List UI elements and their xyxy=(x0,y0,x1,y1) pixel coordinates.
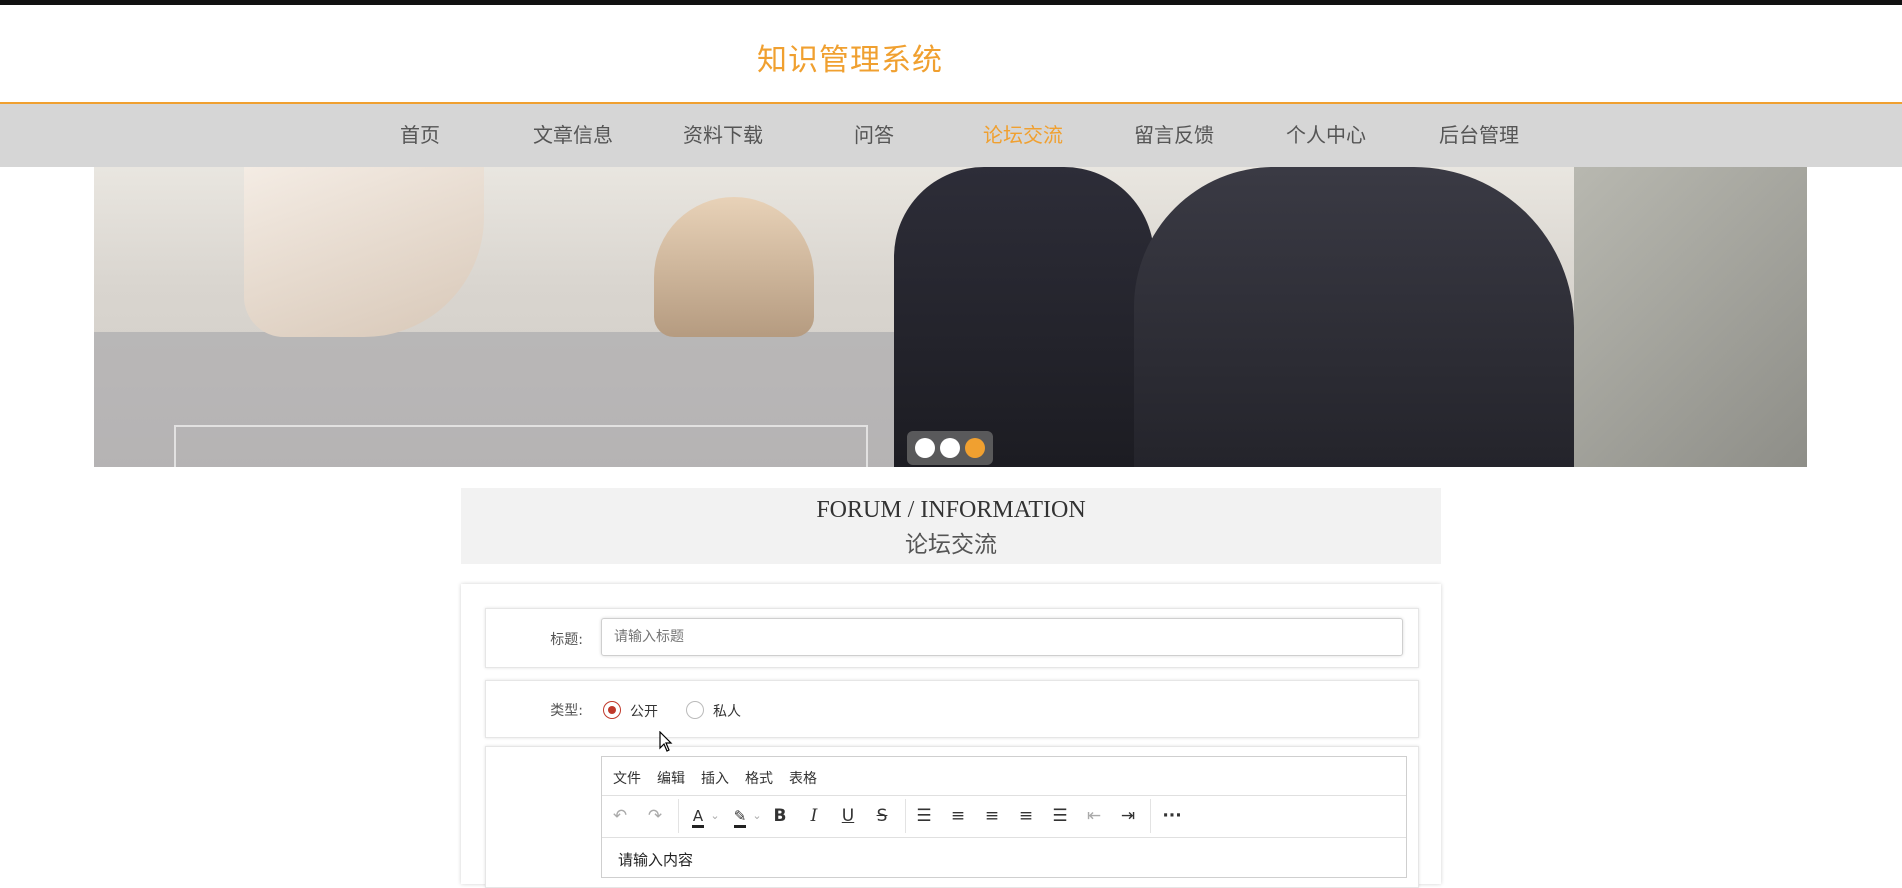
title-row: 标题: xyxy=(485,608,1419,668)
banner-person-2 xyxy=(654,197,814,337)
banner-person-4 xyxy=(1134,167,1574,467)
menu-edit[interactable]: 编辑 xyxy=(657,768,685,788)
rich-text-editor: 文件 编辑 插入 格式 表格 ↶ ↷ A ⌄ ✎ ⌄ B I U S ☰ ≡ ≡… xyxy=(601,756,1407,878)
banner-stone-wall xyxy=(1574,167,1807,467)
menu-file[interactable]: 文件 xyxy=(613,768,641,788)
section-header: FORUM / INFORMATION 论坛交流 xyxy=(461,488,1441,564)
align-center-icon[interactable]: ≡ xyxy=(980,804,1004,828)
editor-toolbar: ↶ ↷ A ⌄ ✎ ⌄ B I U S ☰ ≡ ≡ ≡ ☰ ⇤ ⇥ ··· xyxy=(602,795,1406,838)
carousel-dot-1[interactable] xyxy=(915,438,935,458)
title-label: 标题: xyxy=(550,632,583,648)
chevron-down-icon[interactable]: ⌄ xyxy=(750,804,764,828)
type-public-label[interactable]: 公开 xyxy=(630,701,658,721)
section-title-en: FORUM / INFORMATION xyxy=(816,497,1086,523)
carousel-dot-2[interactable] xyxy=(940,438,960,458)
carousel-dots xyxy=(907,431,993,465)
redo-icon[interactable]: ↷ xyxy=(643,804,667,828)
type-private-radio[interactable] xyxy=(686,701,704,719)
nav-item-qa[interactable]: 问答 xyxy=(854,104,894,167)
title-input[interactable] xyxy=(601,618,1403,656)
nav-item-feedback[interactable]: 留言反馈 xyxy=(1134,104,1214,167)
bold-icon[interactable]: B xyxy=(768,804,792,828)
more-icon[interactable]: ··· xyxy=(1160,804,1184,828)
nav-item-downloads[interactable]: 资料下载 xyxy=(683,104,763,167)
content-row: 文件 编辑 插入 格式 表格 ↶ ↷ A ⌄ ✎ ⌄ B I U S ☰ ≡ ≡… xyxy=(485,746,1419,888)
toolbar-separator xyxy=(678,799,679,833)
strikethrough-icon[interactable]: S xyxy=(870,804,894,828)
indent-icon[interactable]: ⇥ xyxy=(1116,804,1140,828)
banner-carousel[interactable] xyxy=(94,167,1807,467)
nav-item-home[interactable]: 首页 xyxy=(400,104,440,167)
undo-icon[interactable]: ↶ xyxy=(608,804,632,828)
line-height-icon[interactable]: ☰ xyxy=(912,804,936,828)
type-row: 类型: 公开 私人 xyxy=(485,680,1419,738)
menu-format[interactable]: 格式 xyxy=(745,768,773,788)
banner-person-3 xyxy=(894,167,1154,467)
align-justify-icon[interactable]: ☰ xyxy=(1048,804,1072,828)
underline-icon[interactable]: U xyxy=(836,804,860,828)
toolbar-separator xyxy=(905,799,906,833)
site-title: 知识管理系统 xyxy=(757,43,943,78)
nav-item-articles[interactable]: 文章信息 xyxy=(533,104,613,167)
text-color-icon[interactable]: A xyxy=(686,804,710,828)
type-private-label[interactable]: 私人 xyxy=(713,701,741,721)
main-nav: 首页 文章信息 资料下载 问答 论坛交流 留言反馈 个人中心 后台管理 xyxy=(0,104,1902,167)
editor-menubar: 文件 编辑 插入 格式 表格 xyxy=(602,757,1406,796)
type-public-radio[interactable] xyxy=(603,701,621,719)
nav-item-profile[interactable]: 个人中心 xyxy=(1286,104,1366,167)
chevron-down-icon[interactable]: ⌄ xyxy=(708,804,722,828)
toolbar-separator xyxy=(1150,799,1151,833)
banner-frame-outline xyxy=(174,425,868,467)
outdent-icon[interactable]: ⇤ xyxy=(1082,804,1106,828)
menu-table[interactable]: 表格 xyxy=(789,768,817,788)
banner-person-1 xyxy=(244,167,484,337)
forum-post-form: 标题: 类型: 公开 私人 文件 编辑 插入 格式 表格 ↶ ↷ A ⌄ ✎ xyxy=(461,584,1441,888)
nav-item-admin[interactable]: 后台管理 xyxy=(1439,104,1519,167)
mouse-cursor-icon xyxy=(659,731,673,752)
highlight-color-icon[interactable]: ✎ xyxy=(728,804,752,828)
site-header: 知识管理系统 xyxy=(0,5,1902,104)
carousel-dot-3[interactable] xyxy=(965,438,985,458)
type-label: 类型: xyxy=(550,703,583,719)
section-title-cn: 论坛交流 xyxy=(905,532,997,558)
nav-item-forum[interactable]: 论坛交流 xyxy=(983,104,1063,167)
align-left-icon[interactable]: ≡ xyxy=(946,804,970,828)
menu-insert[interactable]: 插入 xyxy=(701,768,729,788)
align-right-icon[interactable]: ≡ xyxy=(1014,804,1038,828)
italic-icon[interactable]: I xyxy=(802,804,826,828)
editor-content-placeholder[interactable]: 请输入内容 xyxy=(618,849,693,870)
